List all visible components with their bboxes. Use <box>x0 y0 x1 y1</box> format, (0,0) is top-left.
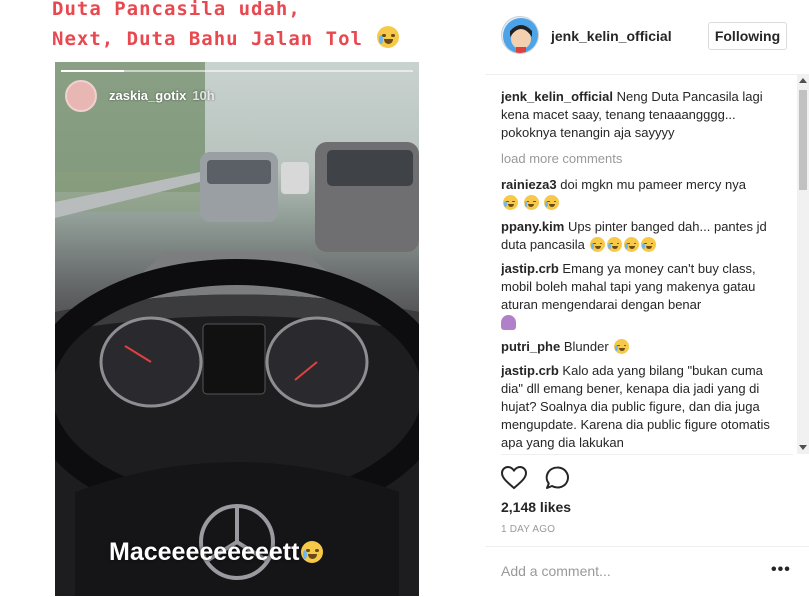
post-username[interactable]: jenk_kelin_official <box>551 28 672 44</box>
laughing-emoji-icon <box>377 26 400 48</box>
overlay-caption-line-1: Duta Pancasila udah, <box>52 0 301 20</box>
post-caption: jenk_kelin_official Neng Duta Pancasila … <box>501 88 777 142</box>
comment-username[interactable]: jastip.crb <box>501 261 559 276</box>
comments-list: jenk_kelin_official Neng Duta Pancasila … <box>501 88 777 452</box>
crying-laughing-emoji-icon <box>523 195 539 210</box>
story-username: zaskia_gotix 10h <box>109 88 215 103</box>
avatar-cartoon-icon <box>503 18 538 53</box>
crying-laughing-emoji-icon <box>607 237 623 252</box>
comment-username[interactable]: jastip.crb <box>501 363 559 378</box>
crying-emoji-icon <box>301 541 324 563</box>
post-header: jenk_kelin_official Following <box>485 0 809 75</box>
story-avatar <box>65 80 97 112</box>
comment-icon[interactable] <box>545 466 571 495</box>
story-screenshot: zaskia_gotix 10h Maceeeeeeeeett <box>55 62 419 596</box>
story-sticker-text: Maceeeeeeeeett <box>109 538 324 567</box>
post-media: Duta Pancasila udah, Next, Duta Bahu Jal… <box>0 0 485 596</box>
load-more-comments-link[interactable]: load more comments <box>501 150 777 168</box>
caption-username[interactable]: jenk_kelin_official <box>501 89 613 104</box>
crying-laughing-emoji-icon <box>544 195 560 210</box>
avatar[interactable] <box>501 16 539 54</box>
comment-username[interactable]: putri_phe <box>501 339 560 354</box>
scroll-up-arrow-icon[interactable] <box>799 78 807 83</box>
crying-laughing-emoji-icon <box>590 237 606 252</box>
woman-shrugging-emoji-icon <box>501 315 516 330</box>
comment-item: putri_phe Blunder <box>501 338 777 356</box>
crying-laughing-emoji-icon <box>503 195 518 210</box>
add-comment-section: Add a comment... ••• <box>485 546 809 597</box>
post-sidebar: jenk_kelin_official Following jenk_kelin… <box>485 0 809 596</box>
post-timestamp[interactable]: 1 DAY AGO <box>501 524 555 535</box>
comment-text: doi mgkn mu pameer mercy nya <box>560 177 746 192</box>
post-actions <box>500 465 585 490</box>
comment-username[interactable]: ppany.kim <box>501 219 564 234</box>
more-options-icon[interactable]: ••• <box>771 561 791 579</box>
comment-item: ppany.kim Ups pinter banged dah... pante… <box>501 218 777 254</box>
overlay-caption-line-2: Next, Duta Bahu Jalan Tol <box>52 26 400 50</box>
crying-laughing-emoji-icon <box>624 237 640 252</box>
comment-item: rainieza3 doi mgkn mu pameer mercy nya <box>501 176 777 212</box>
comments-scrollbar[interactable] <box>797 74 809 454</box>
story-progress-bar <box>61 70 413 72</box>
comment-item: jastip.crb Kalo ada yang bilang "bukan c… <box>501 362 777 452</box>
scroll-down-arrow-icon[interactable] <box>799 445 807 450</box>
scrollbar-thumb[interactable] <box>799 90 807 190</box>
comment-text: Blunder <box>563 339 609 354</box>
car-interior-illustration <box>55 62 419 596</box>
comment-item: jastip.crb Emang ya money can't buy clas… <box>501 260 777 332</box>
divider <box>501 454 793 455</box>
following-button[interactable]: Following <box>708 22 787 50</box>
add-comment-input[interactable]: Add a comment... <box>501 563 611 579</box>
crying-laughing-emoji-icon <box>641 237 657 252</box>
comment-username[interactable]: rainieza3 <box>501 177 557 192</box>
likes-count[interactable]: 2,148 likes <box>501 499 571 515</box>
crying-laughing-emoji-icon <box>614 339 630 354</box>
heart-icon[interactable] <box>500 465 528 495</box>
